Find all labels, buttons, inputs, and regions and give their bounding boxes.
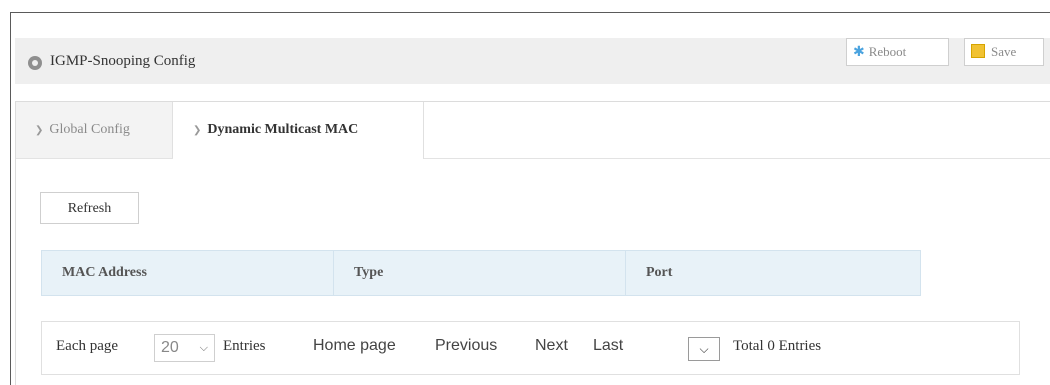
entries-label: Entries: [223, 338, 266, 354]
next-link[interactable]: Next: [535, 337, 568, 355]
column-header-port[interactable]: Port: [626, 251, 920, 295]
chevron-right-icon: ❯: [193, 125, 202, 136]
chevron-down-icon: ⌵: [199, 342, 208, 354]
tab-global-config[interactable]: ❯ Global Config: [16, 102, 173, 158]
save-button[interactable]: Save: [964, 38, 1044, 66]
total-entries: Total 0 Entries: [733, 338, 822, 354]
reboot-button[interactable]: ✱ Reboot: [846, 38, 949, 66]
refresh-button[interactable]: Refresh: [40, 192, 139, 224]
page-title: IGMP-Snooping Config: [50, 53, 196, 69]
save-label: Save: [991, 44, 1017, 59]
pagination-bar: Each page 20 ⌵ Entries Home page Previou…: [41, 321, 1020, 375]
tab-label: Global Config: [49, 122, 130, 137]
home-page-link[interactable]: Home page: [313, 337, 396, 355]
chevron-right-icon: ❯: [35, 125, 44, 136]
previous-link[interactable]: Previous: [435, 337, 497, 355]
page-number-select[interactable]: ⌵: [688, 337, 720, 361]
tab-label: Dynamic Multicast MAC: [207, 122, 359, 137]
page-size-select[interactable]: 20 ⌵: [154, 334, 215, 362]
column-header-type[interactable]: Type: [334, 251, 626, 295]
page-header: IGMP-Snooping Config ✱ Reboot Save: [15, 38, 1050, 84]
content-panel: ❯ Global Config ❯ Dynamic Multicast MAC Re…: [15, 101, 1050, 385]
tab-bar: ❯ Global Config ❯ Dynamic Multicast MAC: [16, 102, 1050, 159]
column-header-mac-address[interactable]: MAC Address: [42, 251, 334, 295]
each-page-label: Each page: [56, 338, 119, 354]
reboot-label: Reboot: [868, 44, 907, 59]
circle-bullet-icon: [28, 56, 42, 70]
reboot-icon: ✱: [853, 45, 865, 60]
chevron-down-icon: ⌵: [699, 342, 709, 356]
page-size-value: 20: [161, 339, 179, 356]
tab-dynamic-multicast-mac[interactable]: ❯ Dynamic Multicast MAC: [173, 102, 424, 159]
table-header: MAC Address Type Port: [41, 250, 921, 296]
last-link[interactable]: Last: [593, 337, 623, 355]
save-icon: [971, 44, 985, 58]
